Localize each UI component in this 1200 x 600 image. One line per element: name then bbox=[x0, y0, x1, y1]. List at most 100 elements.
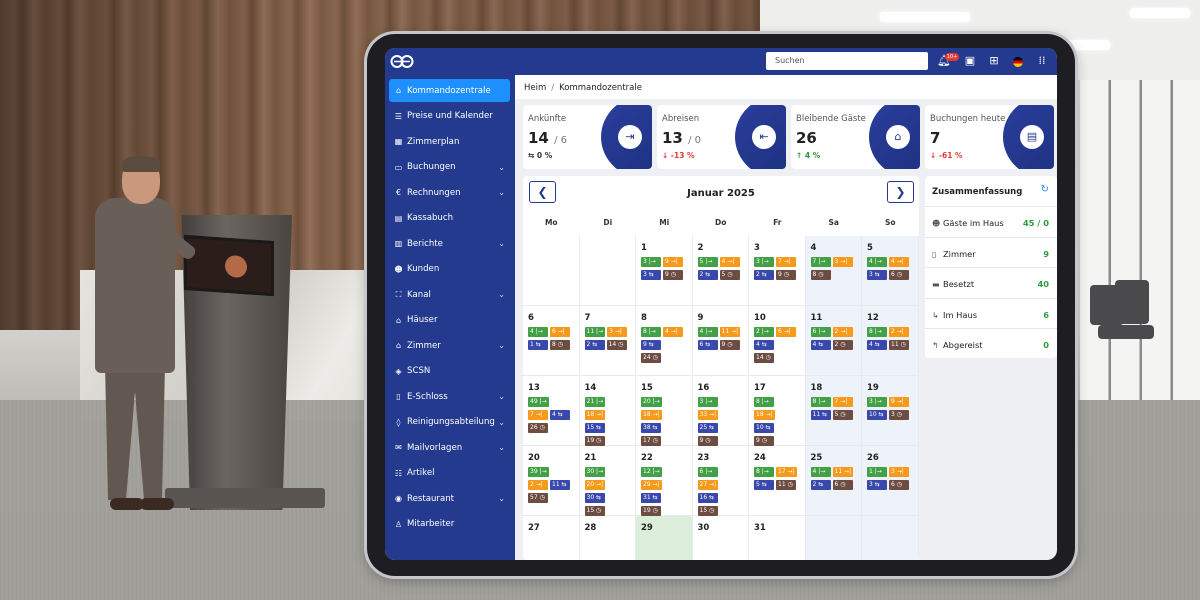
booking-badge[interactable]: 6 ⇆ bbox=[697, 340, 718, 350]
summary-row[interactable]: ↳ Im Haus 6 bbox=[925, 297, 1057, 328]
calendar-day[interactable]: 13 49 |→ 7 →| 4 ⇆ 26 ◷ bbox=[523, 376, 580, 446]
booking-badge[interactable]: 6 |→ bbox=[697, 467, 718, 477]
booking-badge[interactable]: 11 →| bbox=[719, 327, 741, 337]
booking-badge[interactable]: 2 ⇆ bbox=[584, 340, 605, 350]
booking-badge[interactable]: 8 |→ bbox=[867, 327, 887, 337]
calendar-day[interactable]: 26 1 |→ 3 →| 3 ⇆ 6 ◷ bbox=[862, 446, 919, 516]
stat-card[interactable]: Buchungen heute 7 ↓ -61 % ▤ bbox=[925, 105, 1054, 169]
sidebar-item-13[interactable]: ◊ Reinigungsabteilung ⌄ bbox=[389, 411, 510, 434]
calendar-day[interactable]: 10 2 |→ 6 →| 4 ⇆ 14 ◷ bbox=[749, 306, 806, 376]
booking-badge[interactable]: 6 ◷ bbox=[889, 270, 909, 280]
booking-badge[interactable]: 5 |→ bbox=[697, 257, 718, 267]
booking-badge[interactable]: 38 ⇆ bbox=[641, 423, 661, 433]
booking-badge[interactable]: 6 →| bbox=[550, 327, 570, 337]
booking-badge[interactable]: 2 ⇆ bbox=[810, 480, 831, 490]
booking-badge[interactable]: 6 →| bbox=[776, 327, 796, 337]
sidebar-item-7[interactable]: ☻ Kunden bbox=[389, 258, 510, 281]
booking-badge[interactable]: 5 ◷ bbox=[719, 270, 740, 280]
booking-badge[interactable]: 16 ⇆ bbox=[697, 493, 718, 503]
calendar-day[interactable]: 15 20 |→ 18 →| 38 ⇆ 17 ◷ bbox=[636, 376, 693, 446]
booking-badge[interactable]: 4 |→ bbox=[697, 327, 718, 337]
booking-badge[interactable]: 21 |→ bbox=[584, 397, 606, 407]
booking-badge[interactable]: 3 ⇆ bbox=[641, 270, 661, 280]
booking-badge[interactable]: 2 ⇆ bbox=[754, 270, 774, 280]
booking-badge[interactable]: 30 |→ bbox=[584, 467, 606, 477]
calendar-day[interactable]: 11 6 |→ 2 →| 4 ⇆ 2 ◷ bbox=[805, 306, 862, 376]
booking-badge[interactable]: 3 |→ bbox=[754, 257, 774, 267]
next-month-button[interactable]: ❯ bbox=[887, 181, 914, 203]
booking-badge[interactable]: 25 ⇆ bbox=[697, 423, 718, 433]
sidebar-item-0[interactable]: ⌂ Kommandozentrale bbox=[389, 79, 510, 102]
booking-badge[interactable]: 39 |→ bbox=[528, 467, 549, 477]
booking-badge[interactable]: 8 |→ bbox=[641, 327, 661, 337]
booking-badge[interactable]: 33 →| bbox=[697, 410, 719, 420]
booking-badge[interactable]: 2 →| bbox=[889, 327, 909, 337]
booking-badge[interactable]: 11 |→ bbox=[584, 327, 606, 337]
stat-card[interactable]: Bleibende Gäste 26 ↑ 4 % ⌂ bbox=[791, 105, 920, 169]
booking-badge[interactable]: 24 ◷ bbox=[641, 353, 661, 363]
calendar-day[interactable]: 14 21 |→ 18 →| 15 ⇆ 19 ◷ bbox=[579, 376, 636, 446]
booking-badge[interactable]: 1 |→ bbox=[867, 467, 887, 477]
stat-card[interactable]: Ankünfte 14 / 6 ⇆ 0 % ⇥ bbox=[523, 105, 652, 169]
calendar-day[interactable]: 8 8 |→ 4 →| 9 ⇆ 24 ◷ bbox=[636, 306, 693, 376]
summary-row[interactable]: ☻ Gäste im Haus 45 / 0 bbox=[925, 206, 1057, 236]
calendar-day[interactable]: 22 12 |→ 29 →| 31 ⇆ 19 ◷ bbox=[636, 446, 693, 516]
calendar-day[interactable]: 31 bbox=[749, 516, 806, 560]
booking-badge[interactable]: 11 →| bbox=[832, 467, 854, 477]
booking-badge[interactable]: 6 ◷ bbox=[889, 480, 909, 490]
stat-card[interactable]: Abreisen 13 / 0 ↓ -13 % ⇤ bbox=[657, 105, 786, 169]
booking-badge[interactable]: 17 →| bbox=[776, 467, 797, 477]
booking-badge[interactable]: 8 |→ bbox=[754, 397, 774, 407]
booking-badge[interactable]: 8 |→ bbox=[754, 467, 774, 477]
booking-badge[interactable]: 3 ◷ bbox=[889, 410, 909, 420]
calendar-day[interactable]: 7 11 |→ 3 →| 2 ⇆ 14 ◷ bbox=[579, 306, 636, 376]
refresh-icon[interactable]: ↻ bbox=[1041, 184, 1049, 195]
booking-badge[interactable]: 4 |→ bbox=[528, 327, 548, 337]
booking-badge[interactable]: 5 ◷ bbox=[832, 410, 853, 420]
calendar-day[interactable]: 12 8 |→ 2 →| 4 ⇆ 11 ◷ bbox=[862, 306, 919, 376]
booking-badge[interactable]: 1 ⇆ bbox=[528, 340, 548, 350]
calendar-day[interactable]: 3 3 |→ 7 →| 2 ⇆ 9 ◷ bbox=[749, 236, 806, 306]
calendar-day[interactable]: 16 3 |→ 33 →| 25 ⇆ 9 ◷ bbox=[692, 376, 749, 446]
calendar-day[interactable]: 29 bbox=[636, 516, 693, 560]
booking-badge[interactable]: 9 ◷ bbox=[776, 270, 796, 280]
calendar-day[interactable]: 25 4 |→ 11 →| 2 ⇆ 6 ◷ bbox=[805, 446, 862, 516]
sidebar-item-11[interactable]: ◈ SCSN bbox=[389, 360, 510, 383]
booking-badge[interactable]: 11 ⇆ bbox=[550, 480, 570, 490]
booking-badge[interactable]: 15 ⇆ bbox=[584, 423, 605, 433]
booking-badge[interactable]: 6 |→ bbox=[810, 327, 831, 337]
booking-badge[interactable]: 3 |→ bbox=[697, 397, 718, 407]
booking-badge[interactable]: 8 ◷ bbox=[810, 270, 831, 280]
calendar-day[interactable] bbox=[523, 236, 580, 306]
sidebar-item-12[interactable]: ▯ E-Schloss ⌄ bbox=[389, 385, 510, 408]
calendar-day[interactable]: 5 4 |→ 4 →| 3 ⇆ 6 ◷ bbox=[862, 236, 919, 306]
booking-badge[interactable]: 7 |→ bbox=[810, 257, 831, 267]
booking-badge[interactable]: 18 →| bbox=[641, 410, 662, 420]
booking-badge[interactable]: 57 ◷ bbox=[528, 493, 548, 503]
calendar-day[interactable]: 18 8 |→ 7 →| 11 ⇆ 5 ◷ bbox=[805, 376, 862, 446]
sidebar-item-4[interactable]: € Rechnungen ⌄ bbox=[389, 181, 510, 204]
booking-badge[interactable]: 9 →| bbox=[889, 397, 909, 407]
app-logo[interactable] bbox=[390, 53, 417, 70]
booking-badge[interactable]: 18 →| bbox=[754, 410, 775, 420]
booking-badge[interactable]: 20 →| bbox=[584, 480, 606, 490]
calendar-icon[interactable]: ▣ bbox=[963, 54, 977, 68]
sidebar-item-10[interactable]: ⌂ Zimmer ⌄ bbox=[389, 334, 510, 357]
calendar-day[interactable]: 4 7 |→ 3 →| 8 ◷ bbox=[805, 236, 862, 306]
booking-badge[interactable]: 11 ⇆ bbox=[810, 410, 831, 420]
booking-badge[interactable]: 4 ⇆ bbox=[867, 340, 887, 350]
sidebar-item-8[interactable]: ⛶ Kanal ⌄ bbox=[389, 283, 510, 306]
calendar-day[interactable]: 28 bbox=[580, 516, 636, 560]
booking-badge[interactable]: 2 |→ bbox=[754, 327, 774, 337]
booking-badge[interactable]: 4 |→ bbox=[810, 467, 831, 477]
calendar-day[interactable]: 30 bbox=[693, 516, 749, 560]
calendar-day[interactable]: 24 8 |→ 17 →| 5 ⇆ 11 ◷ bbox=[749, 446, 806, 516]
calendar-day[interactable]: 20 39 |→ 2 →| 11 ⇆ 57 ◷ bbox=[523, 446, 580, 516]
booking-badge[interactable]: 4 |→ bbox=[867, 257, 887, 267]
booking-badge[interactable]: 9 ◷ bbox=[754, 436, 774, 446]
summary-row[interactable]: ↰ Abgereist 0 bbox=[925, 328, 1057, 358]
booking-badge[interactable]: 4 ⇆ bbox=[550, 410, 570, 420]
booking-badge[interactable]: 14 ◷ bbox=[754, 353, 774, 363]
calendar-day[interactable] bbox=[805, 516, 862, 560]
booking-badge[interactable]: 49 |→ bbox=[528, 397, 549, 407]
